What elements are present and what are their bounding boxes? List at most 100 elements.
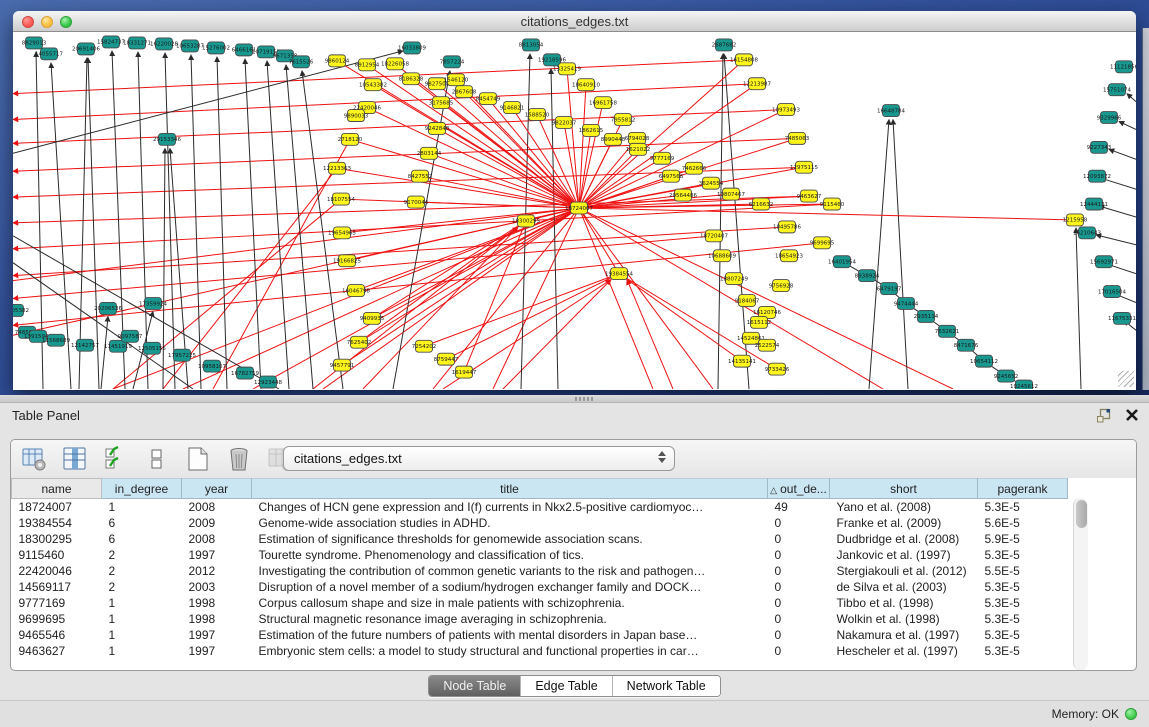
- table-cell[interactable]: 2: [102, 563, 182, 579]
- graph-node[interactable]: 2803144: [417, 147, 442, 159]
- graph-node[interactable]: 2935114: [914, 310, 939, 322]
- table-cell[interactable]: 9699695: [12, 611, 102, 627]
- table-row[interactable]: 1872400712008Changes of HCN gene express…: [12, 499, 1068, 515]
- network-graph-svg[interactable]: 8829013140557172069140615824737183312711…: [13, 32, 1136, 389]
- table-cell[interactable]: 18300295: [12, 531, 102, 547]
- graph-node[interactable]: 2718120: [338, 133, 363, 145]
- table-cell[interactable]: 5.9E-5: [978, 531, 1068, 547]
- table-cell[interactable]: Changes of HCN gene expression and I(f) …: [252, 499, 768, 515]
- table-cell[interactable]: Jankovic et al. (1997): [830, 547, 978, 563]
- table-vertical-scrollbar[interactable]: [1073, 498, 1088, 670]
- graph-node[interactable]: 12213363: [323, 162, 351, 174]
- graph-node[interactable]: 1619447: [452, 366, 477, 378]
- column-header-in-degree[interactable]: in_degree: [102, 479, 182, 499]
- graph-node[interactable]: 8454749: [476, 93, 501, 105]
- graph-node[interactable]: 9860124: [325, 55, 350, 67]
- table-cell[interactable]: Estimation of the future numbers of pati…: [252, 627, 768, 643]
- table-cell[interactable]: 1998: [182, 611, 252, 627]
- graph-node[interactable]: 2522574: [755, 339, 780, 351]
- graph-node[interactable]: 9227343: [1087, 141, 1112, 153]
- tab-network-table[interactable]: Network Table: [612, 676, 720, 696]
- graph-node[interactable]: 15276002: [202, 42, 230, 54]
- table-cell[interactable]: Dudbridge et al. (2008): [830, 531, 978, 547]
- table-cell[interactable]: Genome-wide association studies in ADHD.: [252, 515, 768, 531]
- graph-node[interactable]: 6216632: [749, 198, 773, 210]
- graph-node[interactable]: 9170044: [404, 196, 429, 208]
- graph-node[interactable]: 7857224: [440, 56, 465, 68]
- graph-node[interactable]: 1621022: [626, 143, 650, 155]
- table-cell[interactable]: 0: [768, 515, 830, 531]
- graph-node[interactable]: 18807249: [720, 273, 748, 285]
- graph-node[interactable]: 18107554: [327, 193, 355, 205]
- table-cell[interactable]: Corpus callosum shape and size in male p…: [252, 595, 768, 611]
- panel-divider[interactable]: [0, 395, 1149, 403]
- graph-node[interactable]: 2687682: [712, 39, 736, 51]
- graph-node[interactable]: 9474444: [894, 298, 919, 310]
- table-cell[interactable]: 5.3E-5: [978, 627, 1068, 643]
- graph-node[interactable]: 10958107: [198, 360, 226, 372]
- column-header-title[interactable]: title: [252, 479, 768, 499]
- float-panel-icon[interactable]: [1096, 408, 1111, 423]
- graph-node[interactable]: 18331271: [123, 37, 151, 49]
- graph-node[interactable]: 29153346: [153, 133, 181, 145]
- graph-node[interactable]: 9457791: [330, 359, 354, 371]
- table-row[interactable]: 1830029562008Estimation of significance …: [12, 531, 1068, 547]
- graph-node[interactable]: 16648784: [877, 105, 905, 117]
- column-header-pagerank[interactable]: pagerank: [978, 479, 1068, 499]
- table-cell[interactable]: 1: [102, 643, 182, 659]
- table-cell[interactable]: de Silva et al. (2003): [830, 579, 978, 595]
- table-cell[interactable]: 5.3E-5: [978, 579, 1068, 595]
- graph-node[interactable]: 16033809: [398, 42, 426, 54]
- graph-node[interactable]: 17016504: [1098, 286, 1126, 298]
- graph-node[interactable]: 15824737: [97, 36, 125, 48]
- graph-node[interactable]: 1215958: [1063, 214, 1088, 226]
- table-cell[interactable]: 2008: [182, 499, 252, 515]
- table-cell[interactable]: Estimation of significance thresholds fo…: [252, 531, 768, 547]
- delete-table-icon[interactable]: [224, 444, 254, 474]
- graph-node[interactable]: 9409935: [360, 312, 384, 324]
- table-cell[interactable]: 0: [768, 627, 830, 643]
- table-cell[interactable]: 5.3E-5: [978, 611, 1068, 627]
- graph-node[interactable]: 2867608: [452, 86, 477, 98]
- table-cell[interactable]: Disruption of a novel member of a sodium…: [252, 579, 768, 595]
- graph-node[interactable]: 6794028: [625, 132, 650, 144]
- column-header-out-de-[interactable]: △out_de...: [768, 479, 830, 499]
- table-cell[interactable]: 14569117: [12, 579, 102, 595]
- table-row[interactable]: 946362711997Embryonic stem cells: a mode…: [12, 643, 1068, 659]
- graph-node[interactable]: 9699695: [810, 237, 834, 249]
- table-cell[interactable]: 2012: [182, 563, 252, 579]
- graph-node[interactable]: 7625402: [347, 336, 371, 348]
- graph-node[interactable]: 9115460: [820, 198, 845, 210]
- table-cell[interactable]: 1997: [182, 547, 252, 563]
- table-cell[interactable]: 5.3E-5: [978, 499, 1068, 515]
- table-cell[interactable]: 5.3E-5: [978, 595, 1068, 611]
- table-cell[interactable]: Yano et al. (2008): [830, 499, 978, 515]
- table-cell[interactable]: 0: [768, 611, 830, 627]
- graph-node[interactable]: 8829013: [22, 37, 47, 49]
- graph-node[interactable]: 16210643: [1073, 227, 1101, 239]
- table-cell[interactable]: 9115460: [12, 547, 102, 563]
- graph-node[interactable]: 18654923: [775, 250, 803, 262]
- graph-node[interactable]: 9329966: [1097, 112, 1122, 124]
- network-canvas[interactable]: 8829013140557172069140615824737183312711…: [13, 32, 1136, 389]
- table-cell[interactable]: 5.5E-5: [978, 563, 1068, 579]
- table-cell[interactable]: 0: [768, 563, 830, 579]
- graph-node[interactable]: 12213987: [743, 78, 771, 90]
- table-cell[interactable]: 2009: [182, 515, 252, 531]
- select-all-rows-icon[interactable]: [101, 444, 131, 474]
- table-cell[interactable]: 19384554: [12, 515, 102, 531]
- graph-node[interactable]: 7955812: [611, 114, 635, 126]
- graph-node[interactable]: 16401954: [828, 256, 856, 268]
- table-cell[interactable]: 1: [102, 611, 182, 627]
- graph-node[interactable]: 9184067: [735, 295, 760, 307]
- table-cell[interactable]: 2008: [182, 531, 252, 547]
- table-cell[interactable]: 1: [102, 627, 182, 643]
- graph-node[interactable]: 7485063: [785, 132, 810, 144]
- create-table-icon[interactable]: [183, 444, 213, 474]
- table-cell[interactable]: 0: [768, 643, 830, 659]
- table-cell[interactable]: 6: [102, 515, 182, 531]
- table-cell[interactable]: 2003: [182, 579, 252, 595]
- table-cell[interactable]: Wolkin et al. (1998): [830, 611, 978, 627]
- table-cell[interactable]: Investigating the contribution of common…: [252, 563, 768, 579]
- graph-node[interactable]: 7462666: [682, 162, 707, 174]
